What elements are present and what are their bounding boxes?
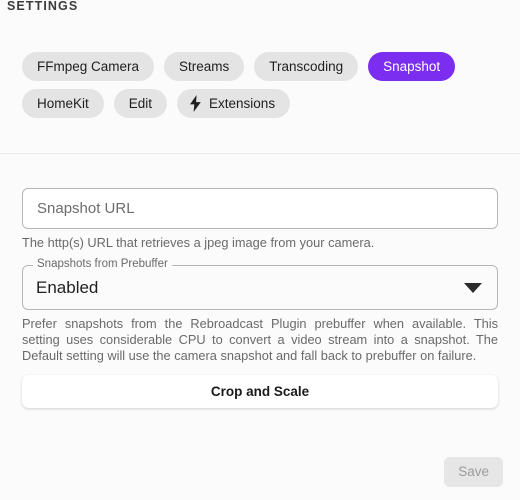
chip-label: FFmpeg Camera bbox=[37, 58, 140, 74]
snapshot-settings-form: The http(s) URL that retrieves a jpeg im… bbox=[22, 188, 498, 408]
chip-row-primary: FFmpeg Camera Streams Transcoding Snapsh… bbox=[22, 52, 502, 81]
snapshot-url-helper-text: The http(s) URL that retrieves a jpeg im… bbox=[22, 235, 375, 250]
crop-and-scale-button[interactable]: Crop and Scale bbox=[22, 375, 498, 408]
chip-homekit[interactable]: HomeKit bbox=[22, 89, 104, 118]
chip-row-secondary: HomeKit Edit Extensions bbox=[22, 89, 502, 118]
chevron-down-icon[interactable] bbox=[464, 265, 482, 310]
snapshot-url-input[interactable] bbox=[23, 189, 497, 228]
chip-label: Snapshot bbox=[383, 58, 441, 74]
save-button[interactable]: Save bbox=[444, 457, 503, 487]
snapshot-url-field[interactable] bbox=[22, 188, 498, 229]
chip-streams[interactable]: Streams bbox=[164, 52, 245, 81]
prebuffer-select-field[interactable]: Snapshots from Prebuffer Enabled bbox=[22, 258, 498, 310]
crop-and-scale-label: Crop and Scale bbox=[210, 384, 310, 399]
chip-label: Edit bbox=[128, 95, 153, 111]
chip-label: HomeKit bbox=[37, 95, 89, 111]
prebuffer-helper-text: Prefer snapshots from the Rebroadcast Pl… bbox=[22, 316, 498, 363]
prebuffer-select-trigger[interactable] bbox=[22, 265, 498, 310]
bolt-icon bbox=[189, 95, 202, 112]
chip-edit[interactable]: Edit bbox=[113, 89, 168, 118]
chip-extensions[interactable]: Extensions bbox=[177, 89, 291, 118]
chip-label: Transcoding bbox=[269, 58, 344, 74]
section-divider bbox=[0, 153, 520, 154]
chip-label: Streams bbox=[179, 58, 230, 74]
page-title: SETTINGS bbox=[7, 0, 79, 13]
chip-snapshot[interactable]: Snapshot bbox=[368, 52, 456, 81]
chip-transcoding[interactable]: Transcoding bbox=[254, 52, 359, 81]
chip-ffmpeg-camera[interactable]: FFmpeg Camera bbox=[22, 52, 155, 81]
chip-label: Extensions bbox=[209, 95, 276, 111]
settings-tab-chips: FFmpeg Camera Streams Transcoding Snapsh… bbox=[22, 52, 502, 126]
save-button-label: Save bbox=[458, 464, 489, 480]
